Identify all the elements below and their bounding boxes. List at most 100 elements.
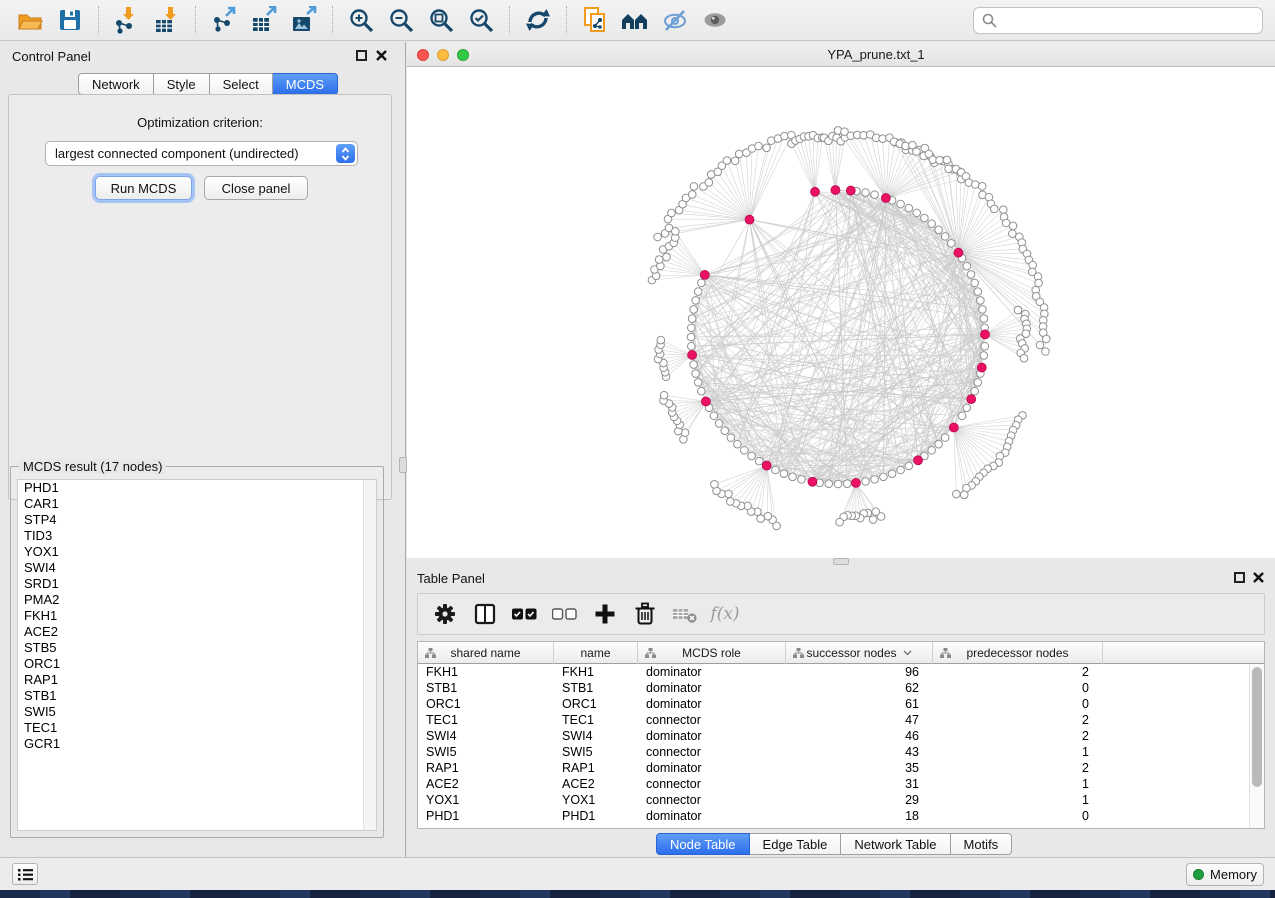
network-node[interactable] (943, 156, 951, 164)
network-node[interactable] (711, 481, 719, 489)
zoom-out-button[interactable] (384, 4, 418, 36)
network-node[interactable] (979, 306, 987, 314)
cell-MCDS-role[interactable]: connector (638, 713, 786, 727)
result-node[interactable]: STB5 (18, 640, 376, 656)
network-node[interactable] (980, 315, 988, 323)
network-node[interactable] (727, 434, 735, 442)
cell-MCDS-role[interactable]: dominator (638, 697, 786, 711)
network-node[interactable] (705, 179, 713, 187)
network-node[interactable] (692, 370, 700, 378)
column-header-predecessor-nodes[interactable]: predecessor nodes (933, 642, 1103, 664)
cell-successor-nodes[interactable]: 62 (786, 681, 933, 695)
cell-MCDS-role[interactable]: dominator (638, 665, 786, 679)
network-node[interactable] (862, 478, 870, 486)
network-hub-node[interactable] (688, 351, 697, 360)
network-node[interactable] (654, 233, 662, 241)
result-node[interactable]: RAP1 (18, 672, 376, 688)
run-mcds-button[interactable]: Run MCDS (95, 176, 192, 200)
column-header-name[interactable]: name (554, 642, 638, 664)
network-node[interactable] (763, 144, 771, 152)
close-panel-button[interactable]: Close panel (204, 176, 308, 200)
network-node[interactable] (688, 191, 696, 199)
network-node[interactable] (825, 480, 833, 488)
network-node[interactable] (688, 315, 696, 323)
network-node[interactable] (663, 253, 671, 261)
network-hub-node[interactable] (852, 479, 861, 488)
window-zoom-icon[interactable] (457, 49, 469, 61)
import-network-button[interactable] (110, 4, 144, 36)
network-node[interactable] (657, 336, 665, 344)
network-node[interactable] (1042, 335, 1050, 343)
network-node[interactable] (872, 508, 880, 516)
network-node[interactable] (888, 470, 896, 478)
export-network-button[interactable] (207, 4, 241, 36)
zoom-selected-button[interactable] (464, 4, 498, 36)
result-node[interactable]: YOX1 (18, 544, 376, 560)
deselect-all-button[interactable] (552, 601, 578, 627)
network-node[interactable] (1009, 230, 1017, 238)
cell-successor-nodes[interactable]: 18 (786, 809, 933, 823)
network-node[interactable] (921, 214, 929, 222)
table-row[interactable]: STB1STB1dominator620 (418, 680, 1249, 696)
network-node[interactable] (694, 379, 702, 387)
cell-name[interactable]: ORC1 (554, 697, 638, 711)
network-hub-node[interactable] (700, 270, 709, 279)
export-image-button[interactable] (287, 4, 321, 36)
network-node[interactable] (897, 200, 905, 208)
table-row[interactable]: SWI5SWI5connector431 (418, 744, 1249, 760)
cell-MCDS-role[interactable]: dominator (638, 809, 786, 823)
close-panel-icon[interactable] (1252, 571, 1265, 584)
cell-shared-name[interactable]: YOX1 (418, 793, 554, 807)
cell-name[interactable]: STB1 (554, 681, 638, 695)
network-node[interactable] (740, 446, 748, 454)
network-node[interactable] (869, 516, 877, 524)
network-node[interactable] (963, 262, 971, 270)
result-node[interactable]: ORC1 (18, 656, 376, 672)
network-node[interactable] (913, 148, 921, 156)
result-node[interactable]: CAR1 (18, 496, 376, 512)
network-node[interactable] (971, 387, 979, 395)
result-node[interactable]: PHD1 (18, 480, 376, 496)
result-node[interactable]: GCR1 (18, 736, 376, 752)
result-node[interactable]: TID3 (18, 528, 376, 544)
network-node[interactable] (731, 157, 739, 165)
cell-name[interactable]: RAP1 (554, 761, 638, 775)
cell-predecessor-nodes[interactable]: 2 (933, 665, 1103, 679)
table-row[interactable]: SWI4SWI4dominator462 (418, 728, 1249, 744)
network-node[interactable] (698, 387, 706, 395)
result-node[interactable]: SRD1 (18, 576, 376, 592)
network-canvas[interactable] (407, 67, 1275, 558)
cell-shared-name[interactable]: PHD1 (418, 809, 554, 823)
cell-successor-nodes[interactable]: 61 (786, 697, 933, 711)
network-hub-node[interactable] (881, 194, 890, 203)
table-row[interactable]: PHD1PHD1dominator180 (418, 808, 1249, 824)
network-node[interactable] (977, 297, 985, 305)
horizontal-splitter[interactable] (407, 558, 1275, 565)
network-node[interactable] (1009, 222, 1017, 230)
cell-predecessor-nodes[interactable]: 1 (933, 745, 1103, 759)
result-node[interactable]: FKH1 (18, 608, 376, 624)
network-node[interactable] (928, 446, 936, 454)
network-node[interactable] (710, 412, 718, 420)
network-node[interactable] (960, 491, 968, 499)
network-hub-node[interactable] (701, 397, 710, 406)
save-session-button[interactable] (53, 4, 87, 36)
network-hub-node[interactable] (745, 215, 754, 224)
network-node[interactable] (755, 457, 763, 465)
network-node[interactable] (1014, 306, 1022, 314)
cell-successor-nodes[interactable]: 47 (786, 713, 933, 727)
column-header-shared-name[interactable]: shared name (418, 642, 554, 664)
cell-shared-name[interactable]: SWI4 (418, 729, 554, 743)
column-header-MCDS-role[interactable]: MCDS role (638, 642, 786, 664)
cell-successor-nodes[interactable]: 43 (786, 745, 933, 759)
cell-predecessor-nodes[interactable]: 1 (933, 793, 1103, 807)
network-node[interactable] (755, 142, 763, 150)
network-hub-node[interactable] (967, 395, 976, 404)
cell-successor-nodes[interactable]: 46 (786, 729, 933, 743)
cell-predecessor-nodes[interactable]: 2 (933, 761, 1103, 775)
network-node[interactable] (980, 352, 988, 360)
zoom-in-button[interactable] (344, 4, 378, 36)
network-node[interactable] (1000, 206, 1008, 214)
add-row-button[interactable] (592, 601, 618, 627)
network-node[interactable] (880, 473, 888, 481)
